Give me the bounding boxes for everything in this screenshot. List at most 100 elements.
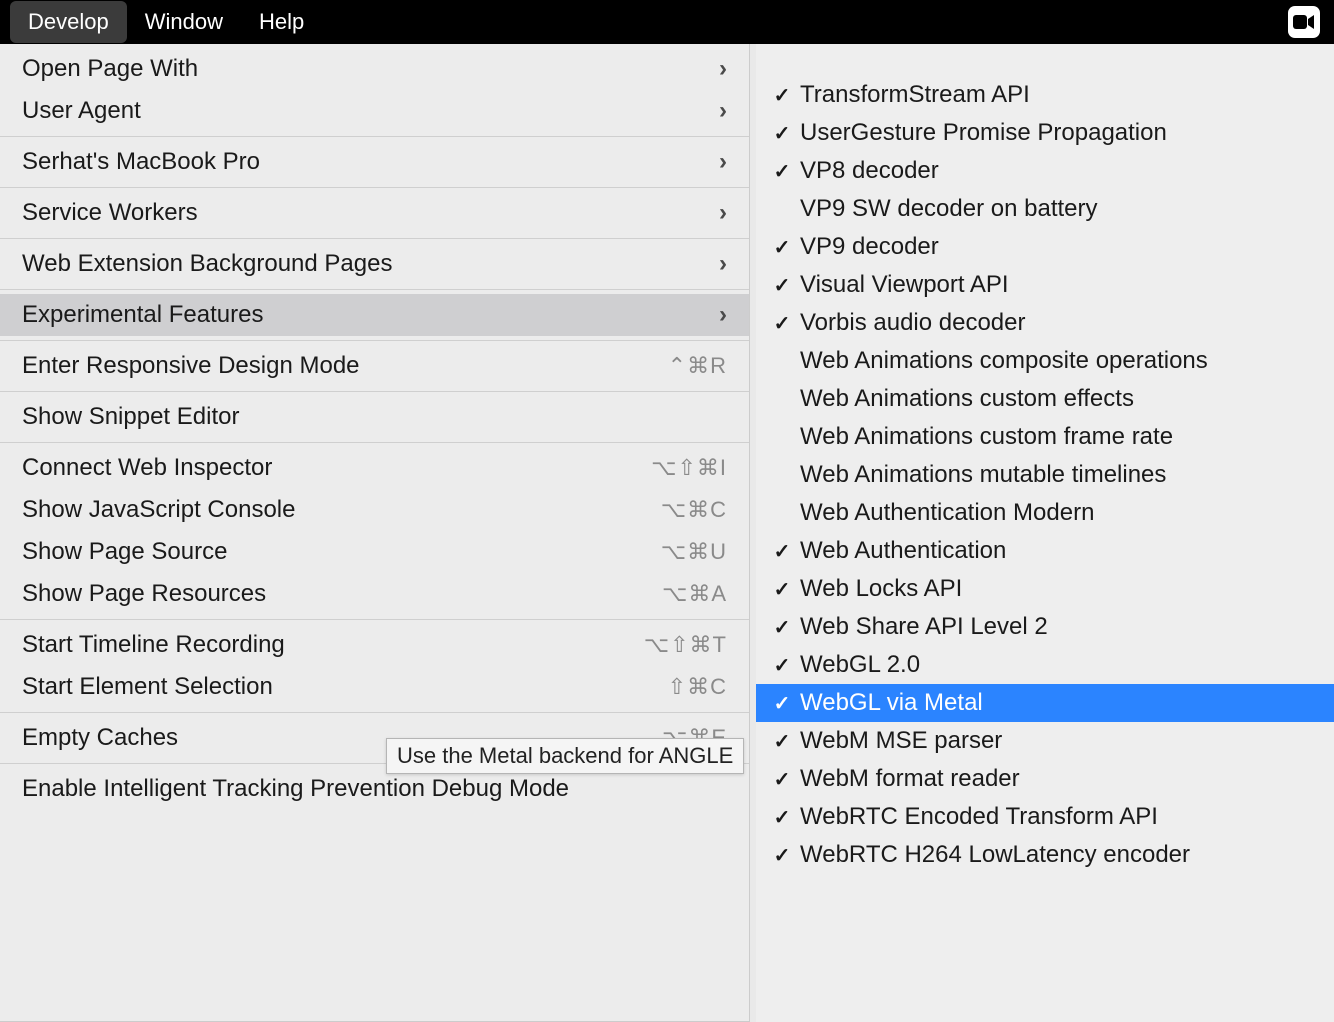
submenu-item[interactable]: ✓VP8 decoder [756, 152, 1334, 190]
check-icon: ✓ [768, 235, 796, 260]
menu-item[interactable]: Show JavaScript Console⌥⌘C [0, 489, 749, 531]
chevron-right-icon: › [719, 199, 727, 227]
submenu-item[interactable]: Web Animations custom effects [756, 380, 1334, 418]
submenu-item-label: Web Animations custom frame rate [796, 423, 1173, 451]
check-icon: ✓ [768, 577, 796, 602]
menu-item-label: Empty Caches [22, 724, 178, 752]
menu-item-label: User Agent [22, 97, 141, 125]
submenu-item[interactable]: ✓UserGesture Promise Propagation [756, 114, 1334, 152]
menu-item[interactable]: Open Page With› [0, 48, 749, 90]
menu-item-right: ⌥⇧⌘I [651, 455, 727, 481]
menu-item-label: Web Extension Background Pages [22, 250, 392, 278]
submenu-item-label: VP9 SW decoder on battery [796, 195, 1098, 223]
submenu-item[interactable]: Web Animations mutable timelines [756, 456, 1334, 494]
submenu-item-label: VP8 decoder [796, 157, 939, 185]
chevron-right-icon: › [719, 97, 727, 125]
tooltip: Use the Metal backend for ANGLE [386, 738, 744, 774]
submenu-item-label: UserGesture Promise Propagation [796, 119, 1167, 147]
menu-item-right: ⇧⌘C [668, 674, 727, 700]
menu-item[interactable]: Enable Intelligent Tracking Prevention D… [0, 768, 749, 810]
submenu-item[interactable]: ✓Web Share API Level 2 [756, 608, 1334, 646]
develop-menu: Open Page With›User Agent›Serhat's MacBo… [0, 44, 750, 1022]
menu-item-right: › [719, 199, 727, 227]
submenu-item[interactable]: Web Authentication Modern [756, 494, 1334, 532]
submenu-item[interactable]: ✓Visual Viewport API [756, 266, 1334, 304]
check-icon: ✓ [768, 843, 796, 868]
menu-item[interactable]: Serhat's MacBook Pro › [0, 141, 749, 183]
submenu-item-label: WebGL via Metal [796, 689, 983, 717]
chevron-right-icon: › [719, 301, 727, 329]
menu-item[interactable]: User Agent › [0, 90, 749, 132]
menu-section: Start Timeline Recording ⌥⇧⌘T Start Elemen… [0, 620, 749, 713]
menu-item[interactable]: Web Extension Background Pages › [0, 243, 749, 285]
menu-section: Enter Responsive Design Mode ⌃⌘R [0, 341, 749, 392]
submenu-item-label: Web Animations composite operations [796, 347, 1208, 375]
menu-item-label: Connect Web Inspector [22, 454, 272, 482]
check-icon: ✓ [768, 767, 796, 792]
menu-item[interactable]: Enter Responsive Design Mode ⌃⌘R [0, 345, 749, 387]
submenu-item[interactable]: ✓WebRTC Encoded Transform API [756, 798, 1334, 836]
menu-item-shortcut: ⌥⇧⌘I [651, 455, 727, 481]
menu-item-label: Enable Intelligent Tracking Prevention D… [22, 775, 569, 803]
menu-item[interactable]: Show Page Resources⌥⌘A [0, 573, 749, 615]
submenu-item-label: WebRTC Encoded Transform API [796, 803, 1158, 831]
menu-item-right: › [719, 55, 727, 83]
menubar-item-window[interactable]: Window [127, 1, 241, 43]
chevron-right-icon: › [719, 55, 727, 83]
submenu-item-label: WebRTC H264 LowLatency encoder [796, 841, 1190, 869]
submenu-item[interactable]: VP9 SW decoder on battery [756, 190, 1334, 228]
menu-item-right: › [719, 97, 727, 125]
menu-item-shortcut: ⇧⌘C [668, 674, 727, 700]
submenu-item[interactable]: Web Animations composite operations [756, 342, 1334, 380]
menu-item[interactable]: Show Page Source⌥⌘U [0, 531, 749, 573]
submenu-item[interactable]: ✓WebM MSE parser [756, 722, 1334, 760]
submenu-item[interactable]: ✓WebGL 2.0 [756, 646, 1334, 684]
menu-section: Connect Web Inspector ⌥⇧⌘I Show JavaScript… [0, 443, 749, 620]
menubar-right [1288, 6, 1320, 38]
menu-section: Experimental Features› [0, 290, 749, 341]
experimental-features-submenu: ✓TransformStream API✓UserGesture Promise… [756, 44, 1334, 1022]
submenu-item[interactable]: Web Animations custom frame rate [756, 418, 1334, 456]
menu-section: Service Workers › [0, 188, 749, 239]
menu-item-right: ⌃⌘R [668, 353, 727, 379]
menu-item-right: › [719, 148, 727, 176]
menu-item[interactable]: Experimental Features› [0, 294, 749, 336]
menubar-item-develop[interactable]: Develop [10, 1, 127, 43]
menu-item-label: Enter Responsive Design Mode [22, 352, 360, 380]
submenu-item[interactable]: ✓Vorbis audio decoder [756, 304, 1334, 342]
submenu-item[interactable]: ✓WebGL via Metal [756, 684, 1334, 722]
menu-item-right: › [719, 250, 727, 278]
menu-item[interactable]: Service Workers › [0, 192, 749, 234]
menubar: DevelopWindowHelp [0, 0, 1334, 44]
submenu-item-label: TransformStream API [796, 81, 1030, 109]
submenu-item[interactable]: ✓VP9 decoder [756, 228, 1334, 266]
submenu-item[interactable]: ✓WebRTC H264 LowLatency encoder [756, 836, 1334, 874]
menu-item-right: ⌥⌘C [661, 497, 727, 523]
check-icon: ✓ [768, 653, 796, 678]
menu-item[interactable]: Show Snippet Editor [0, 396, 749, 438]
tooltip-text: Use the Metal backend for ANGLE [397, 743, 733, 768]
menu-item-shortcut: ⌥⇧⌘T [644, 632, 727, 658]
submenu-item[interactable]: ✓TransformStream API [756, 76, 1334, 114]
menu-item-label: Service Workers [22, 199, 198, 227]
submenu-item-label: Web Animations custom effects [796, 385, 1134, 413]
menu-item-right: ⌥⌘U [661, 539, 727, 565]
submenu-item[interactable]: ✓WebM format reader [756, 760, 1334, 798]
menu-item-label: Serhat's MacBook Pro [22, 148, 260, 176]
menu-item-label: Start Element Selection [22, 673, 273, 701]
submenu-item-label: WebGL 2.0 [796, 651, 920, 679]
submenu-item-label: Web Animations mutable timelines [796, 461, 1166, 489]
menu-item-label: Start Timeline Recording [22, 631, 285, 659]
submenu-item[interactable]: ✓Web Locks API [756, 570, 1334, 608]
submenu-item[interactable]: ✓Web Authentication [756, 532, 1334, 570]
submenu-item-label: Web Locks API [796, 575, 962, 603]
menu-item[interactable]: Connect Web Inspector ⌥⇧⌘I [0, 447, 749, 489]
menu-item[interactable]: Start Timeline Recording ⌥⇧⌘T [0, 624, 749, 666]
menu-item[interactable]: Start Element Selection ⇧⌘C [0, 666, 749, 708]
menu-item-label: Show Page Resources [22, 580, 266, 608]
check-icon: ✓ [768, 539, 796, 564]
menu-item-right: › [719, 301, 727, 329]
menubar-item-help[interactable]: Help [241, 1, 322, 43]
facetime-icon[interactable] [1288, 6, 1320, 38]
check-icon: ✓ [768, 311, 796, 336]
